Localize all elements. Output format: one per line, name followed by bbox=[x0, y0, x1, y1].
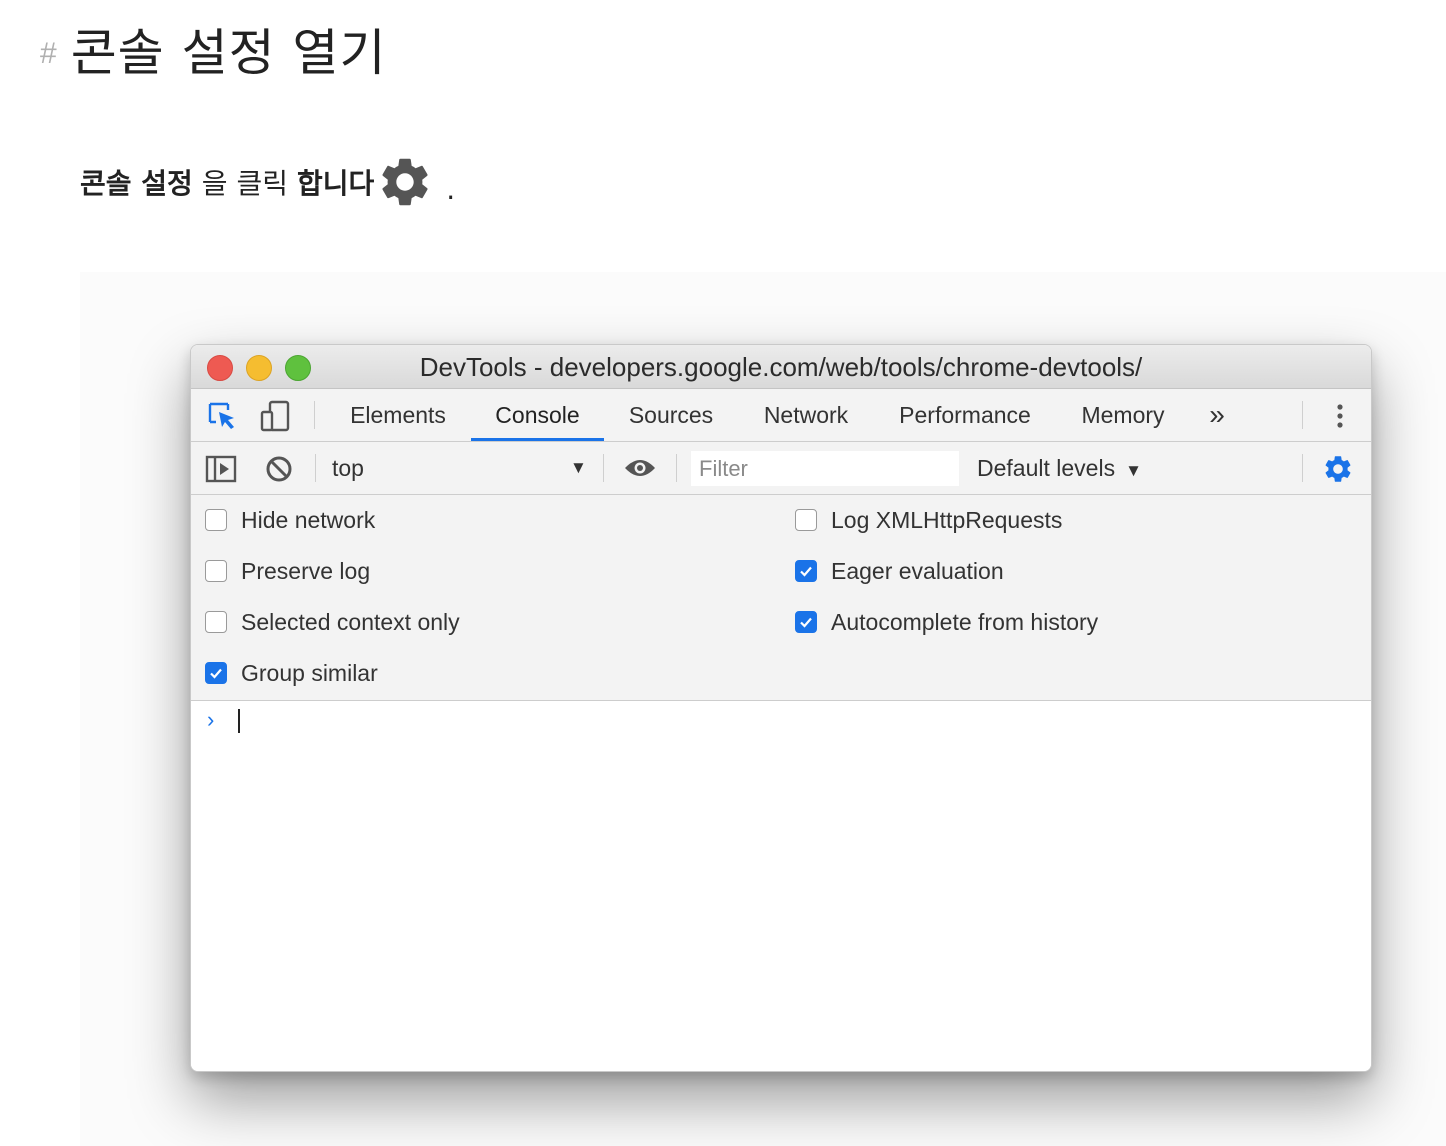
option-hide-network[interactable]: Hide network bbox=[205, 500, 375, 540]
tab-sources[interactable]: Sources bbox=[615, 389, 727, 441]
gear-icon bbox=[382, 158, 428, 206]
toolbar-separator bbox=[315, 454, 316, 482]
more-tabs-icon[interactable]: » bbox=[1197, 389, 1237, 441]
eye-icon[interactable] bbox=[623, 457, 657, 479]
selected-context-only-checkbox[interactable] bbox=[205, 611, 227, 633]
toolbar-separator bbox=[1302, 454, 1303, 482]
option-preserve-log[interactable]: Preserve log bbox=[205, 551, 370, 591]
devtools-window: DevTools - developers.google.com/web/too… bbox=[190, 344, 1372, 1072]
tab-memory[interactable]: Memory bbox=[1067, 389, 1179, 441]
page-heading: # 콘솔 설정 열기 bbox=[40, 14, 386, 84]
option-eager-evaluation[interactable]: Eager evaluation bbox=[795, 551, 1004, 591]
window-title: DevTools - developers.google.com/web/too… bbox=[419, 352, 1143, 382]
option-label: Hide network bbox=[241, 506, 376, 533]
prompt-chevron-icon: › bbox=[207, 707, 215, 732]
tab-elements[interactable]: Elements bbox=[337, 389, 459, 441]
preserve-log-checkbox[interactable] bbox=[205, 560, 227, 582]
eager-evaluation-checkbox[interactable] bbox=[795, 560, 817, 582]
instruction-strong-console-settings: 콘솔 설정 bbox=[80, 167, 193, 200]
checkmark-icon bbox=[210, 668, 222, 679]
console-input-area[interactable]: › bbox=[191, 701, 1371, 1071]
console-settings-pane: Hide network Preserve log Selected conte… bbox=[191, 495, 1371, 701]
text-caret bbox=[238, 709, 240, 733]
option-label: Autocomplete from history bbox=[831, 608, 1099, 635]
toolbar-separator bbox=[676, 454, 677, 482]
option-group-similar[interactable]: Group similar bbox=[205, 653, 378, 693]
devtools-tab-bar: Elements Console Sources Network Perform… bbox=[191, 389, 1371, 442]
heading-anchor-hash[interactable]: # bbox=[40, 37, 57, 71]
clear-console-icon[interactable] bbox=[264, 454, 294, 484]
log-levels-dropdown[interactable]: Default levels ▼ bbox=[977, 442, 1142, 497]
tab-bar-separator bbox=[314, 401, 315, 429]
tab-console[interactable]: Console bbox=[471, 389, 604, 441]
option-log-xmlhttprequests[interactable]: Log XMLHttpRequests bbox=[795, 500, 1062, 540]
option-label: Eager evaluation bbox=[831, 557, 1004, 584]
gear-icon[interactable] bbox=[1322, 453, 1354, 485]
device-toolbar-icon[interactable] bbox=[259, 399, 293, 433]
chevron-down-icon: ▼ bbox=[1125, 461, 1142, 480]
option-label: Preserve log bbox=[241, 557, 371, 584]
hide-network-checkbox[interactable] bbox=[205, 509, 227, 531]
group-similar-checkbox[interactable] bbox=[205, 662, 227, 684]
autocomplete-from-history-checkbox[interactable] bbox=[795, 611, 817, 633]
inspect-element-icon[interactable] bbox=[207, 401, 239, 431]
checkmark-icon bbox=[800, 566, 812, 577]
tab-performance[interactable]: Performance bbox=[885, 389, 1045, 441]
filter-input[interactable] bbox=[691, 451, 959, 486]
tab-network[interactable]: Network bbox=[749, 389, 863, 441]
log-xmlhttprequests-checkbox[interactable] bbox=[795, 509, 817, 531]
option-label: Selected context only bbox=[241, 608, 460, 635]
option-selected-context-only[interactable]: Selected context only bbox=[205, 602, 460, 642]
log-levels-label: Default levels bbox=[977, 455, 1116, 481]
toolbar-separator bbox=[603, 454, 604, 482]
option-autocomplete-from-history[interactable]: Autocomplete from history bbox=[795, 602, 1098, 642]
context-selector[interactable]: top bbox=[332, 442, 364, 494]
context-dropdown-arrow[interactable]: ▼ bbox=[570, 442, 587, 494]
option-label: Group similar bbox=[241, 659, 378, 686]
instruction-text: 콘솔 설정 을 클릭 합니다 . bbox=[80, 152, 455, 212]
kebab-menu-icon[interactable] bbox=[1331, 401, 1349, 431]
option-label: Log XMLHttpRequests bbox=[831, 506, 1063, 533]
window-titlebar[interactable]: DevTools - developers.google.com/web/too… bbox=[191, 345, 1371, 389]
checkmark-icon bbox=[800, 617, 812, 628]
instruction-click-text: 을 클릭 bbox=[201, 167, 288, 200]
instruction-strong-do: 합니다 bbox=[296, 167, 375, 200]
instruction-period: . bbox=[446, 172, 456, 206]
sidebar-toggle-icon[interactable] bbox=[205, 455, 237, 483]
console-toolbar: top ▼ Default levels ▼ bbox=[191, 442, 1371, 495]
page-title: 콘솔 설정 열기 bbox=[70, 24, 387, 82]
tab-bar-separator bbox=[1302, 401, 1303, 429]
